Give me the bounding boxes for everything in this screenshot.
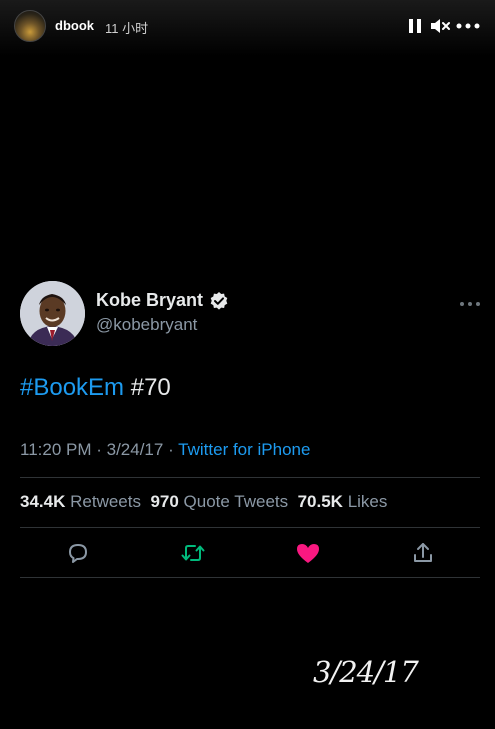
tweet-text-rest: #70 <box>124 374 171 401</box>
mute-icon[interactable] <box>429 16 451 36</box>
quote-label: Quote Tweets <box>183 492 289 511</box>
like-icon[interactable] <box>295 540 321 566</box>
verified-badge-icon <box>209 291 229 311</box>
share-icon[interactable] <box>410 540 436 566</box>
hashtag-link[interactable]: #BookEm <box>20 374 124 401</box>
retweet-icon[interactable] <box>180 540 206 566</box>
tweet-date[interactable]: 3/24/17 <box>107 440 164 459</box>
tweet-stats: 34.4K Retweets 970 Quote Tweets 70.5K Li… <box>20 492 387 512</box>
meta-separator: · <box>163 440 179 459</box>
tweet-metadata: 11:20 PM · 3/24/17 · Twitter for iPhone <box>20 440 310 460</box>
retweets-stat[interactable]: 34.4K Retweets <box>20 492 141 511</box>
tweet-more-icon[interactable] <box>459 294 481 306</box>
tweet-author-name[interactable]: Kobe Bryant <box>96 290 229 311</box>
retweets-label: Retweets <box>70 492 141 511</box>
likes-stat[interactable]: 70.5K Likes <box>298 492 388 511</box>
quote-count: 970 <box>150 492 179 511</box>
meta-separator: · <box>91 440 107 459</box>
story-user-avatar[interactable] <box>14 10 46 42</box>
tweet-time: 11:20 PM <box>20 440 92 459</box>
tweet-author-handle[interactable]: @kobebryant <box>96 315 197 335</box>
likes-label: Likes <box>347 492 388 511</box>
story-header: dbook 11 小时 <box>0 0 495 56</box>
divider <box>20 527 480 528</box>
story-date-text: 3/24/17 <box>313 655 419 689</box>
author-name-text: Kobe Bryant <box>96 290 204 310</box>
divider <box>20 477 480 478</box>
divider <box>20 577 480 578</box>
pause-icon[interactable] <box>406 16 424 36</box>
quote-tweets-stat[interactable]: 970 Quote Tweets <box>150 492 288 511</box>
story-username[interactable]: dbook <box>55 18 94 33</box>
likes-count: 70.5K <box>297 492 343 511</box>
tweet-text: #BookEm #70 <box>20 374 171 402</box>
story-timestamp: 11 小时 <box>105 21 149 36</box>
reply-icon[interactable] <box>65 540 91 566</box>
tweet-source-link[interactable]: Twitter for iPhone <box>178 440 310 459</box>
tweet-author-avatar[interactable] <box>20 281 85 346</box>
more-icon[interactable] <box>455 16 481 36</box>
retweets-count: 34.4K <box>20 492 66 511</box>
